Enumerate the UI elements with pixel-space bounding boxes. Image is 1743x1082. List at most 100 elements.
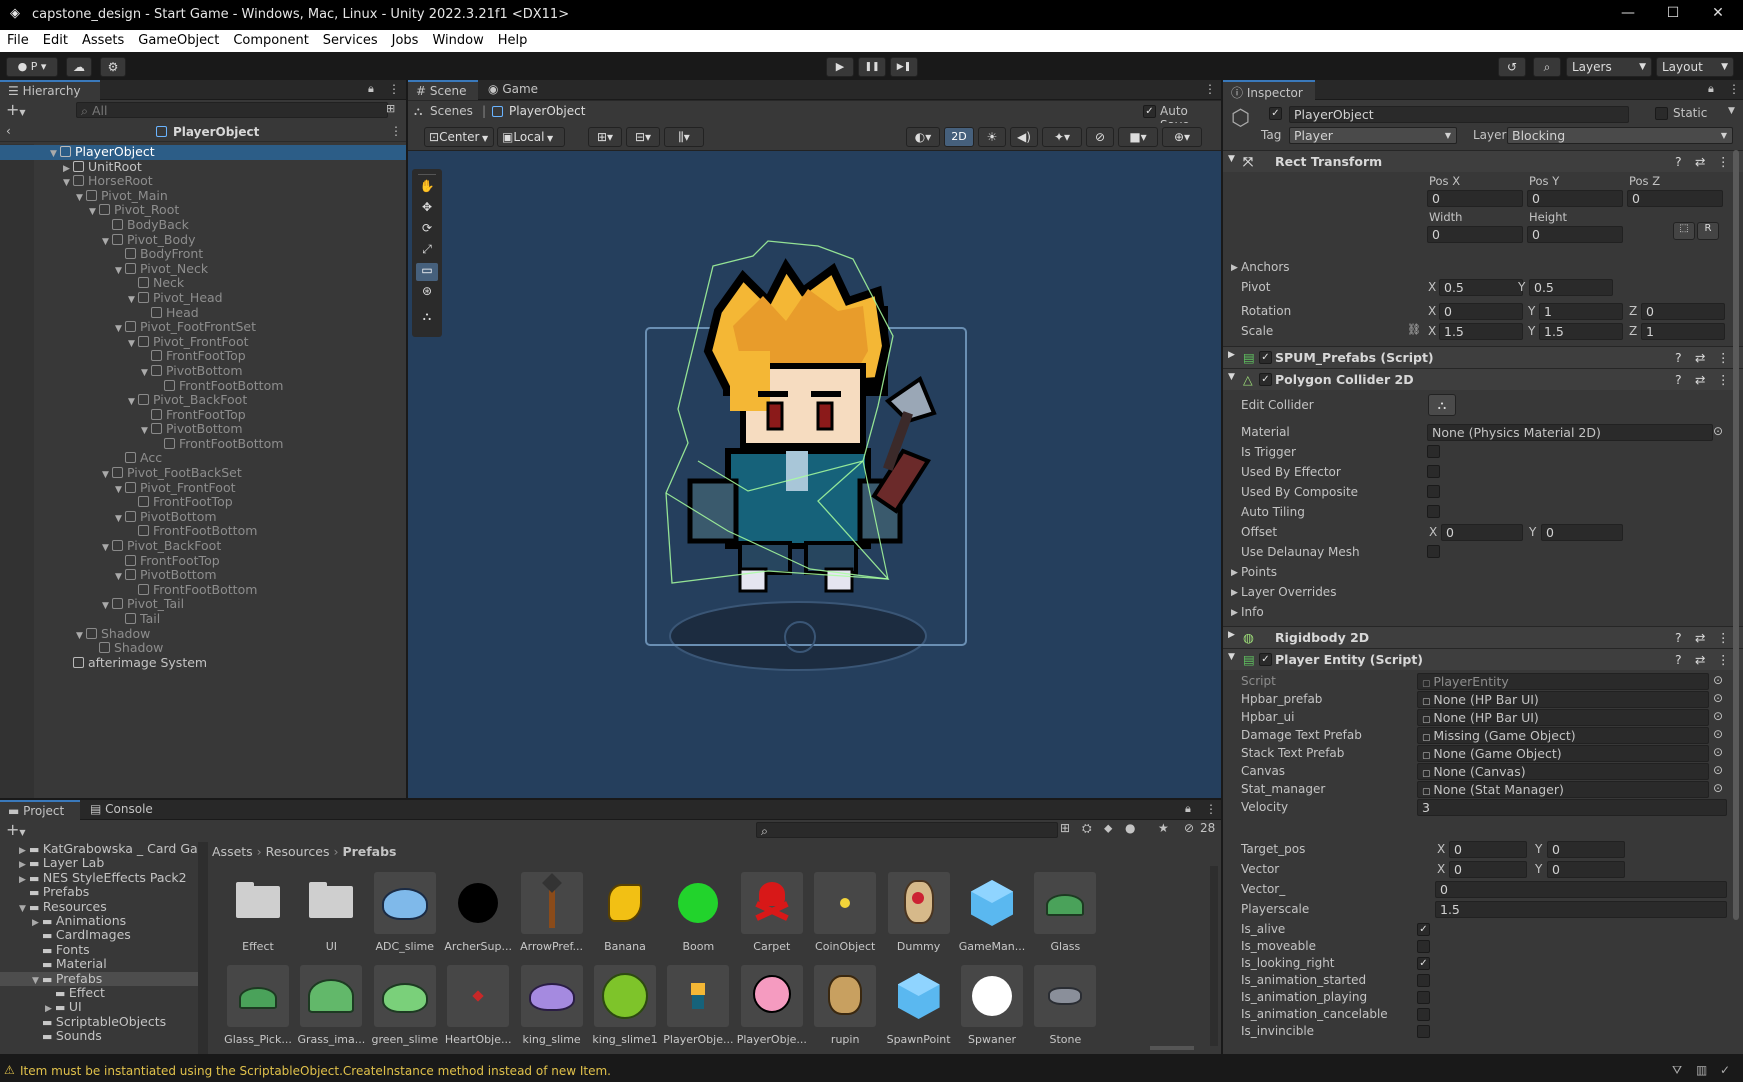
hierarchy-item[interactable]: ▼ Pivot_FrontFoot (0, 334, 406, 350)
rigidbody-header[interactable]: ▶ ◍ Rigidbody 2D ? ⇄ ⋮ (1223, 626, 1743, 648)
collab-button[interactable]: ⚙ (100, 57, 126, 77)
path-segment[interactable]: Resources (266, 844, 330, 859)
bool-checkbox[interactable] (1417, 940, 1430, 953)
link-icon[interactable]: ⛓ (1407, 323, 1421, 336)
more-menu-icon[interactable]: ⋮ (1717, 350, 1730, 365)
chevron-down-icon[interactable]: ▼ (102, 541, 112, 556)
icon-size-slider[interactable] (1150, 1046, 1194, 1050)
asset-item[interactable]: Boom (662, 872, 734, 956)
pivot-x-field[interactable]: 0.5 (1439, 279, 1523, 296)
hierarchy-item[interactable]: ▼ Pivot_BackFoot (0, 538, 406, 556)
height-field[interactable]: 0 (1527, 226, 1623, 243)
help-icon[interactable]: ? (1675, 652, 1682, 667)
folder-item[interactable]: ▬ Effect (0, 985, 198, 1000)
more-menu-icon[interactable]: ⋮ (1205, 802, 1217, 816)
bool-checkbox[interactable] (1417, 974, 1430, 987)
polygon-collider-header[interactable]: ▼ △ ✓ Polygon Collider 2D ? ⇄ ⋮ (1223, 368, 1743, 390)
help-icon[interactable]: ? (1675, 154, 1682, 169)
chevron-down-icon[interactable]: ▼ (89, 205, 99, 220)
asset-item[interactable]: Carpet (736, 872, 808, 956)
chevron-down-icon[interactable]: ▼ (76, 191, 86, 206)
more-menu-icon[interactable]: ⋮ (390, 124, 402, 138)
rotation-y-field[interactable]: 1 (1539, 303, 1623, 320)
hierarchy-item[interactable]: Head (0, 305, 406, 321)
hierarchy-item[interactable]: afterimage System (0, 655, 406, 671)
maximize-button[interactable]: ☐ (1658, 5, 1688, 21)
more-menu-icon[interactable]: ⋮ (1204, 82, 1216, 96)
playerscale-field[interactable]: 1.5 (1435, 901, 1727, 918)
chevron-down-icon[interactable]: ▼ (128, 395, 138, 410)
asset-item[interactable]: ArrowPref... (516, 872, 588, 956)
more-menu-icon[interactable]: ⋮ (388, 82, 400, 96)
chevron-down-icon[interactable]: ▼ (76, 629, 86, 644)
folder-item[interactable]: ▼ ▬ Prefabs (0, 971, 198, 986)
rect-transform-header[interactable]: ▼ ⤧ Rect Transform ? ⇄ ⋮ (1223, 150, 1743, 172)
pivot-space-dropdown[interactable]: ▣Local ▼ (497, 127, 565, 147)
lock-icon[interactable]: 🔒︎ (368, 82, 374, 96)
field-value[interactable]: ▢ None (Canvas) (1417, 763, 1709, 780)
is-trigger-checkbox[interactable] (1427, 445, 1440, 458)
asset-item[interactable]: Glass_Pick... (222, 965, 294, 1049)
hierarchy-item[interactable]: BodyBack (0, 217, 406, 233)
hierarchy-item[interactable]: FrontFootTop (0, 407, 406, 423)
asset-item[interactable]: GameMan... (956, 872, 1028, 956)
scene-viewport[interactable]: ✋ ✥ ⟳ ⤢ ▭ ⊛ ⛬ (408, 151, 1221, 798)
width-field[interactable]: 0 (1427, 226, 1523, 243)
posz-field[interactable]: 0 (1627, 190, 1723, 207)
chevron-down-icon[interactable]: ▼ (115, 570, 125, 585)
offset-x-field[interactable]: 0 (1441, 524, 1523, 541)
chevron-down-icon[interactable]: ▼ (115, 512, 125, 527)
search-by-type-icon[interactable]: ⊞ (1060, 821, 1070, 835)
cloud-button[interactable]: ☁ (66, 57, 92, 77)
chevron-down-icon[interactable]: ▼ (115, 483, 125, 498)
field-value[interactable]: ▢ None (Stat Manager) (1417, 781, 1709, 798)
inspector-scrollbar[interactable] (1733, 150, 1739, 920)
account-button[interactable]: ● P ▾ (6, 57, 58, 77)
object-picker-icon[interactable]: ⊙ (1713, 673, 1723, 687)
preset-icon[interactable]: ⇄ (1695, 350, 1705, 365)
raw-edit-button[interactable]: R (1697, 222, 1719, 240)
vector-y-field[interactable]: 0 (1547, 861, 1625, 878)
tab-inspector[interactable]: ⓘ Inspector (1223, 80, 1315, 100)
progress-icon[interactable]: ⛛ (1672, 1063, 1682, 1078)
visibility-toggle[interactable]: ⊘ (1086, 127, 1114, 147)
folder-item[interactable]: ▶ ▬ Layer Lab (0, 856, 198, 871)
tab-game[interactable]: ◉ Game (480, 80, 548, 100)
object-picker-icon[interactable]: ⊙ (1713, 763, 1723, 777)
camera-dropdown[interactable]: ■▾ (1118, 127, 1158, 147)
object-name-field[interactable]: PlayerObject (1289, 106, 1629, 123)
chevron-down-icon[interactable]: ▼ (128, 293, 138, 308)
lock-icon[interactable]: 🔒︎ (1185, 802, 1191, 816)
status-message[interactable]: Item must be instantiated using the Scri… (20, 1064, 611, 1078)
asset-item[interactable]: Spwaner (956, 965, 1028, 1049)
used-by-composite-checkbox[interactable] (1427, 485, 1440, 498)
hierarchy-item[interactable]: ▼ Pivot_Tail (0, 597, 406, 612)
chevron-down-icon[interactable]: ▼ (19, 902, 29, 916)
folder-item[interactable]: ▶ ▬ NES StyleEffects Pack2 (0, 870, 198, 885)
folder-item[interactable]: ▬ Prefabs (0, 884, 198, 899)
object-picker-icon[interactable]: ⊙ (1713, 727, 1723, 741)
breadcrumb-prefab[interactable]: PlayerObject (509, 104, 585, 118)
object-picker-icon[interactable]: ⊙ (1713, 709, 1723, 723)
folder-item[interactable]: ▬ ScriptableObjects (0, 1014, 198, 1029)
more-menu-icon[interactable]: ⋮ (1717, 630, 1730, 645)
asset-item[interactable]: king_slime1 (589, 965, 661, 1049)
scale-x-field[interactable]: 1.5 (1439, 323, 1523, 340)
hierarchy-item[interactable]: ▼ Pivot_Body (0, 232, 406, 248)
menu-gameobject[interactable]: GameObject (131, 30, 226, 48)
warning-filter-icon[interactable]: ● (1125, 821, 1135, 835)
more-menu-icon[interactable]: ⋮ (1717, 372, 1730, 387)
points-foldout[interactable]: Points (1241, 565, 1277, 579)
menu-assets[interactable]: Assets (75, 30, 131, 48)
chevron-right-icon[interactable]: ▶ (1231, 588, 1238, 598)
folder-item[interactable]: ▬ Fonts (0, 942, 198, 957)
asset-item[interactable]: Stone (1029, 965, 1101, 1049)
static-checkbox[interactable] (1655, 107, 1668, 120)
chevron-down-icon[interactable]: ▼ (102, 468, 112, 483)
chevron-down-icon[interactable]: ▼ (115, 322, 125, 337)
player-entity-header[interactable]: ▼ ▤ ✓ Player Entity (Script) ? ⇄ ⋮ (1223, 648, 1743, 670)
rotation-z-field[interactable]: 0 (1641, 303, 1725, 320)
hierarchy-item[interactable]: ▼ PivotBottom (0, 363, 406, 379)
hidden-packages-icon[interactable]: ⊘ (1184, 821, 1194, 835)
field-value[interactable]: ▢ None (HP Bar UI) (1417, 709, 1709, 726)
